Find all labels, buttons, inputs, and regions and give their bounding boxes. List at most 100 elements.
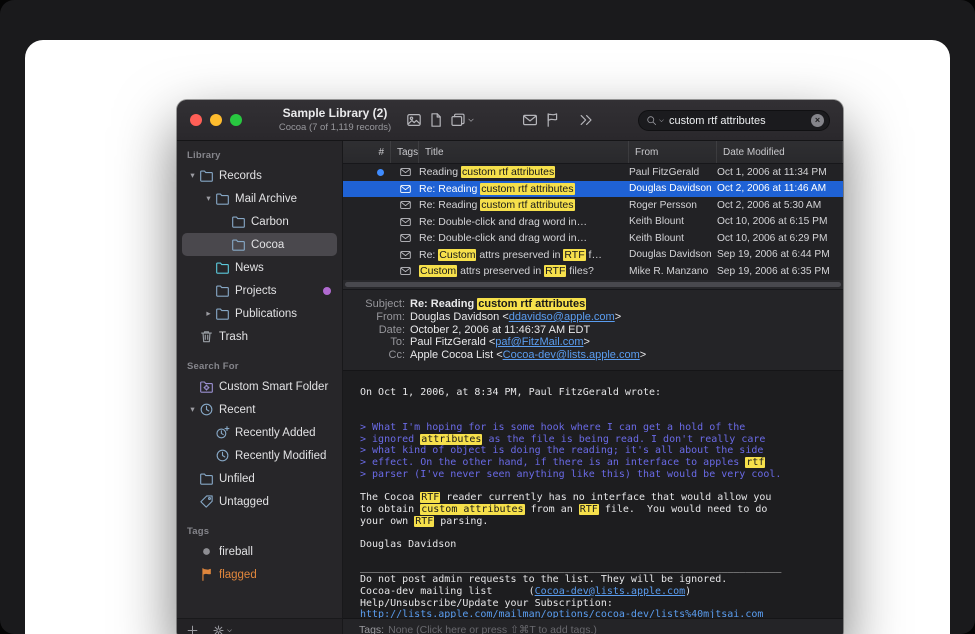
sidebar-item-projects[interactable]: Projects <box>182 279 337 302</box>
tag-color-dot <box>323 287 331 295</box>
sidebar-section-tags: Tagsfireballflagged <box>177 526 342 586</box>
text-part: > effect. On the other hand, if there is… <box>360 457 745 468</box>
column-header-title[interactable]: Title <box>419 141 629 163</box>
link-text[interactable]: paf@FitzMail.com <box>495 336 583 348</box>
sidebar: Library▾Records▾Mail ArchiveCarbonCocoaN… <box>177 141 343 634</box>
date-cell: Sep 19, 2006 at 6:44 PM <box>717 249 843 260</box>
action-menu-button[interactable] <box>212 624 233 634</box>
record-row[interactable]: Re: Custom attrs preserved in RTF f…Doug… <box>343 247 843 264</box>
minimize-button[interactable] <box>210 114 222 126</box>
date-cell: Oct 2, 2006 at 5:30 AM <box>717 200 843 211</box>
scrollbar-thumb[interactable] <box>345 282 841 287</box>
titlebar[interactable]: Sample Library (2) Cocoa (7 of 1,119 rec… <box>177 100 843 141</box>
sidebar-item-custom-smart-folder[interactable]: Custom Smart Folder <box>182 375 337 398</box>
email-icon <box>399 166 412 178</box>
email-icon[interactable] <box>522 110 538 130</box>
close-button[interactable] <box>190 114 202 126</box>
sidebar-item-label: flagged <box>219 569 331 581</box>
search-field[interactable]: × <box>638 110 830 131</box>
title-cell: Re: Custom attrs preserved in RTF f… <box>419 249 629 261</box>
quoted-line: > what kind of object is doing the readi… <box>360 445 843 457</box>
title-cell: Re: Reading custom rtf attributes <box>419 183 629 195</box>
folder-icon <box>231 214 246 229</box>
toolbar-overflow-icon[interactable] <box>578 110 594 130</box>
text-part: RTF <box>563 249 585 261</box>
sidebar-item-trash[interactable]: Trash <box>182 325 337 348</box>
link-text[interactable]: http://lists.apple.com/mailman/options/c… <box>360 609 763 618</box>
tags-bar[interactable]: Tags: None (Click here or press ⇧⌘T to a… <box>343 618 843 634</box>
zoom-button[interactable] <box>230 114 242 126</box>
record-row[interactable]: Re: Double-click and drag word in…Keith … <box>343 214 843 231</box>
text-part: rtf <box>745 457 765 468</box>
header-value: Paul FitzGerald <paf@FitzMail.com> <box>410 336 590 349</box>
record-row[interactable]: Re: Double-click and drag word in…Keith … <box>343 230 843 247</box>
sidebar-item-publications[interactable]: ▸Publications <box>182 302 337 325</box>
horizontal-scrollbar[interactable] <box>343 280 843 290</box>
document-icon[interactable] <box>428 110 444 130</box>
sidebar-item-carbon[interactable]: Carbon <box>182 210 337 233</box>
viewer-icon[interactable] <box>406 110 422 130</box>
column-header-[interactable]: # <box>343 141 391 163</box>
sidebar-item-recently-added[interactable]: Recently Added <box>182 421 337 444</box>
column-header-date-modified[interactable]: Date Modified <box>717 141 843 163</box>
text-part: > What I'm hoping for is some hook where… <box>360 422 745 433</box>
sidebar-item-flagged[interactable]: flagged <box>182 563 337 586</box>
search-scope-chevron-icon[interactable] <box>658 117 665 124</box>
sidebar-item-untagged[interactable]: Untagged <box>182 490 337 513</box>
column-header-from[interactable]: From <box>629 141 717 163</box>
title-cell: Custom attrs preserved in RTF files? <box>419 265 629 277</box>
link-text[interactable]: Cocoa-dev@lists.apple.com <box>535 586 686 597</box>
text-part: custom rtf attributes <box>480 199 574 211</box>
record-row[interactable]: Custom attrs preserved in RTF files?Mike… <box>343 263 843 280</box>
sidebar-item-label: Cocoa <box>251 239 331 251</box>
record-row[interactable]: Re: Reading custom rtf attributesDouglas… <box>343 181 843 198</box>
records-stack-icon[interactable] <box>450 110 475 130</box>
sidebar-item-mail-archive[interactable]: ▾Mail Archive <box>182 187 337 210</box>
sidebar-item-label: Recently Added <box>235 427 331 439</box>
text-part: custom rtf attributes <box>480 183 574 195</box>
add-button[interactable] <box>186 624 199 634</box>
text-part: Custom <box>419 265 457 277</box>
clear-search-icon[interactable]: × <box>811 114 824 127</box>
sidebar-item-unfiled[interactable]: Unfiled <box>182 467 337 490</box>
quoted-line: > parser (I've never seen anything like … <box>360 469 843 481</box>
sidebar-section-library: Library▾Records▾Mail ArchiveCarbonCocoaN… <box>177 150 342 348</box>
record-row[interactable]: Reading custom rtf attributesPaul FitzGe… <box>343 164 843 181</box>
sidebar-item-label: Recent <box>219 404 331 416</box>
disclosure-open-icon[interactable]: ▾ <box>186 404 199 415</box>
sidebar-item-records[interactable]: ▾Records <box>182 164 337 187</box>
link-text[interactable]: Cocoa-dev@lists.apple.com <box>503 349 640 361</box>
text-part: Re: Reading <box>419 183 480 195</box>
sidebar-item-cocoa[interactable]: Cocoa <box>182 233 337 256</box>
toolbar <box>403 100 597 140</box>
header-label: Subject: <box>343 298 410 311</box>
search-input[interactable] <box>665 115 811 127</box>
flag-icon[interactable] <box>544 110 560 130</box>
text-part: Help/Unsubscribe/Update your Subscriptio… <box>360 598 613 609</box>
text-part: attrs preserved in <box>457 265 544 277</box>
trash-icon <box>199 329 214 344</box>
text-part: Do not post admin requests to the list. … <box>360 574 727 585</box>
sidebar-item-label: News <box>235 262 331 274</box>
tags-bar-value[interactable]: None (Click here or press ⇧⌘T to add tag… <box>388 624 597 634</box>
chevron-down-icon <box>466 116 475 124</box>
sidebar-item-news[interactable]: News <box>182 256 337 279</box>
record-list-header[interactable]: #TagsTitleFromDate Modified <box>343 141 843 164</box>
email-icon <box>399 265 412 277</box>
header-line-from: From:Douglas Davidson <ddavidso@apple.co… <box>343 311 843 324</box>
disclosure-closed-icon[interactable]: ▸ <box>202 308 215 319</box>
sidebar-item-recent[interactable]: ▾ Recent <box>182 398 337 421</box>
record-row[interactable]: Re: Reading custom rtf attributesRoger P… <box>343 197 843 214</box>
disclosure-open-icon[interactable]: ▾ <box>186 170 199 181</box>
sidebar-item-recently-modified[interactable]: Recently Modified <box>182 444 337 467</box>
email-icon <box>399 216 412 228</box>
column-header-tags[interactable]: Tags <box>391 141 419 163</box>
text-part: Re: Reading <box>410 298 477 310</box>
disclosure-open-icon[interactable]: ▾ <box>202 193 215 204</box>
flagfill-icon <box>199 567 214 582</box>
link-text[interactable]: ddavidso@apple.com <box>509 311 615 323</box>
sidebar-item-fireball[interactable]: fireball <box>182 540 337 563</box>
header-line-cc: Cc:Apple Cocoa List <Cocoa-dev@lists.app… <box>343 349 843 362</box>
body-line: Do not post admin requests to the list. … <box>360 574 843 586</box>
text-part: ________________________________________… <box>360 562 781 573</box>
